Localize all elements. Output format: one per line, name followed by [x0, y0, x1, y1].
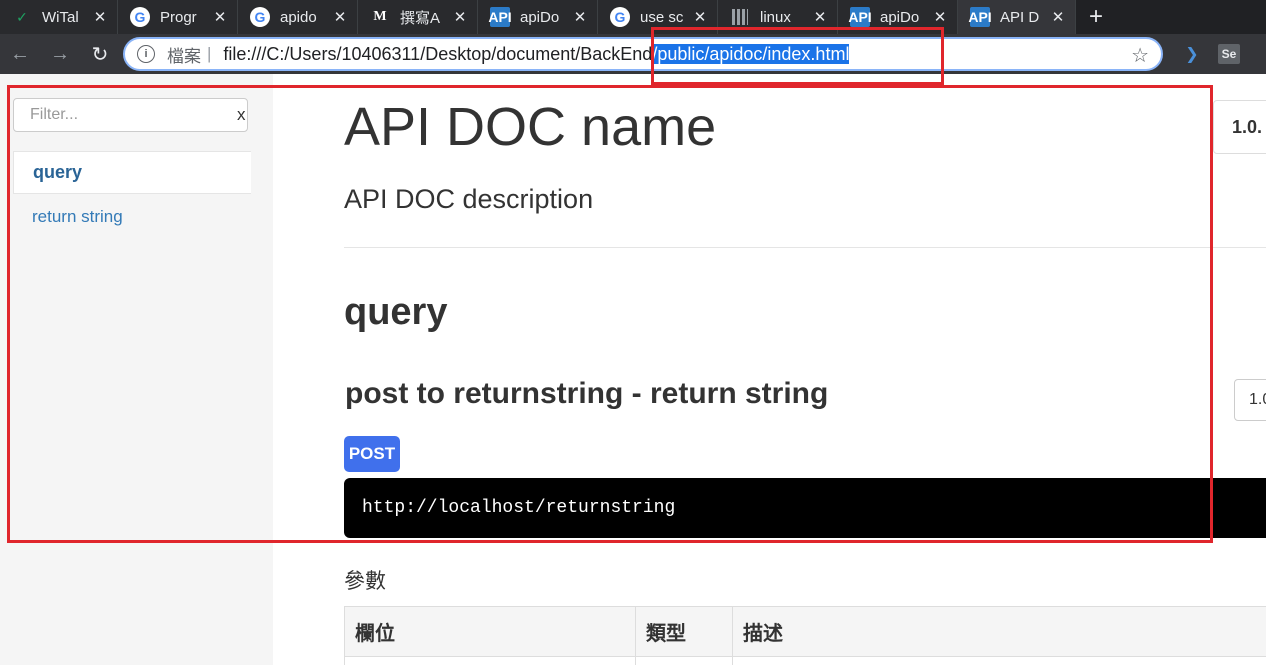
medium-icon: M: [373, 9, 387, 24]
tab-title: linux: [760, 8, 791, 26]
google-icon: G: [610, 7, 630, 27]
filter-box: x: [13, 98, 248, 132]
tab-medium[interactable]: M 撰寫A ✕: [358, 0, 478, 34]
bird-extension-icon[interactable]: ❯: [1181, 44, 1203, 64]
url-prefix: file:///C:/Users/10406311/Desktop/docume…: [223, 43, 653, 64]
address-bar[interactable]: i 檔案 | file:///C:/Users/10406311/Desktop…: [123, 37, 1163, 71]
close-icon[interactable]: ✕: [811, 8, 829, 26]
tab-api-doc-active[interactable]: API API D ✕: [958, 0, 1076, 34]
page-description: API DOC description: [344, 184, 594, 214]
tab-strip: ✓ WiTal ✕ G Progr ✕ G apido ✕ M 撰寫A ✕ AP…: [0, 0, 1266, 34]
tab-programming[interactable]: G Progr ✕: [118, 0, 238, 34]
check-icon: ✓: [16, 8, 28, 25]
params-table: 欄位 類型 描述: [344, 606, 1266, 665]
tab-title: apiDo: [880, 8, 920, 26]
close-icon[interactable]: ✕: [211, 8, 229, 26]
reload-button[interactable]: ↻: [80, 34, 120, 74]
tab-title: apido: [280, 8, 317, 26]
method-badge: POST: [344, 436, 400, 472]
tab-witalk[interactable]: ✓ WiTal ✕: [0, 0, 118, 34]
star-icon[interactable]: ☆: [1131, 43, 1149, 68]
google-icon: G: [250, 7, 270, 27]
arrow-right-icon: →: [50, 42, 70, 65]
close-icon[interactable]: ✕: [451, 8, 469, 26]
new-tab-button[interactable]: +: [1076, 0, 1116, 34]
tab-title: Progr: [160, 8, 197, 26]
tab-title: WiTal: [42, 8, 79, 26]
version-select[interactable]: 1.0.: [1213, 100, 1266, 154]
page-title: API DOC name: [344, 97, 717, 157]
apidoc-page: x query return string API DOC name API D…: [0, 74, 1266, 665]
info-icon[interactable]: i: [137, 45, 155, 63]
api-version-select[interactable]: 1.0: [1234, 379, 1266, 421]
tab-title: apiDo: [520, 8, 560, 26]
url-text[interactable]: file:///C:/Users/10406311/Desktop/docume…: [223, 43, 850, 65]
filter-clear-button[interactable]: x: [237, 105, 246, 125]
main-content: API DOC name API DOC description 1.0. qu…: [344, 74, 1266, 665]
tab-title: API D: [1000, 8, 1040, 26]
bars-icon: [730, 7, 750, 27]
browser-toolbar: ← → ↻ i 檔案 | file:///C:/Users/10406311/D…: [0, 34, 1266, 74]
divider: [344, 247, 1266, 248]
back-button[interactable]: ←: [0, 34, 40, 74]
close-icon[interactable]: ✕: [1049, 8, 1067, 26]
table-header-row: 欄位 類型 描述: [344, 606, 1266, 657]
endpoint-url: http://localhost/returnstring: [344, 478, 1266, 538]
apidoc-icon: API: [848, 7, 872, 27]
tab-use-search[interactable]: G use sc ✕: [598, 0, 718, 34]
forward-button[interactable]: →: [40, 34, 80, 74]
tab-apidoc-2[interactable]: API apiDo ✕: [838, 0, 958, 34]
column-header-type: 類型: [635, 606, 733, 657]
tab-apidoc-search[interactable]: G apido ✕: [238, 0, 358, 34]
google-icon: G: [130, 7, 150, 27]
close-icon[interactable]: ✕: [331, 8, 349, 26]
tab-apidoc-1[interactable]: API apiDo ✕: [478, 0, 598, 34]
apidoc-icon: API: [488, 7, 512, 27]
url-selected-text: /public/apidoc/index.html: [652, 43, 850, 64]
table-cell: [635, 656, 733, 665]
table-cell: [732, 656, 1266, 665]
reload-icon: ↻: [91, 43, 109, 66]
apidoc-icon: API: [968, 7, 992, 27]
api-title: post to returnstring - return string: [345, 377, 829, 410]
close-icon[interactable]: ✕: [931, 8, 949, 26]
tab-title: 撰寫A: [400, 9, 441, 27]
arrow-left-icon: ←: [10, 42, 30, 65]
selenium-extension-icon[interactable]: Se: [1218, 44, 1240, 64]
scheme-label: 檔案: [167, 46, 201, 66]
filter-input[interactable]: [30, 106, 237, 124]
sidebar-item-return-string[interactable]: return string: [32, 207, 123, 227]
sidebar: x query return string: [0, 74, 273, 665]
close-icon[interactable]: ✕: [571, 8, 589, 26]
sidebar-group-query[interactable]: query: [13, 151, 251, 194]
close-icon[interactable]: ✕: [691, 8, 709, 26]
tab-title: use sc: [640, 8, 684, 26]
close-icon[interactable]: ✕: [91, 8, 109, 26]
tab-linux[interactable]: linux ✕: [718, 0, 838, 34]
table-cell: [344, 656, 636, 665]
column-header-description: 描述: [732, 606, 1266, 657]
table-row: [344, 656, 1266, 665]
group-title: query: [344, 291, 448, 333]
column-header-field: 欄位: [344, 606, 636, 657]
address-separator: |: [207, 44, 212, 63]
params-title: 參數: [344, 570, 386, 593]
